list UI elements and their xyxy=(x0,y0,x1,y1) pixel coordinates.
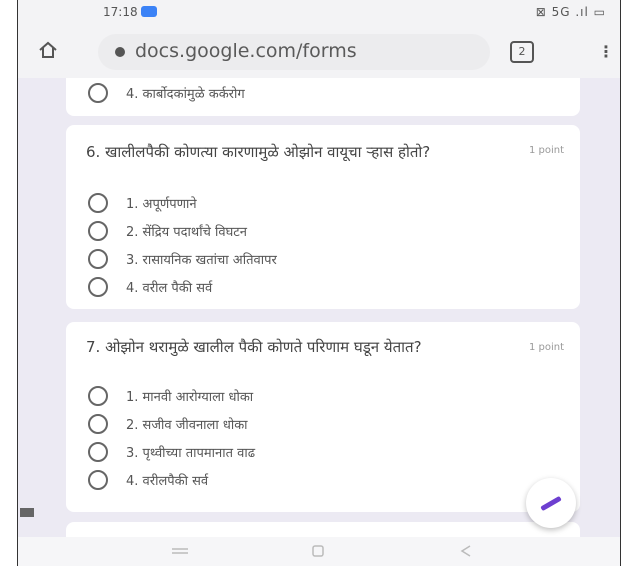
radio-button[interactable] xyxy=(88,386,108,406)
phone-screen: 17:18 ⊠ 5G .ıl ▭ docs.google.com/forms 2… xyxy=(17,0,621,566)
notification-icon xyxy=(141,6,157,17)
radio-button[interactable] xyxy=(88,193,108,213)
option-row[interactable]: 1. मानवी आरोग्याला धोका xyxy=(88,385,253,407)
option-row[interactable]: 4. कार्बोदकांमुळे कर्करोग xyxy=(88,82,245,104)
option-label: 4. वरीलपैकी सर्व xyxy=(126,474,209,489)
question-title: 6. खालीलपैकी कोणत्या कारणामुळे ओझोन वायू… xyxy=(86,143,431,161)
question-card-6: 6. खालीलपैकी कोणत्या कारणामुळे ओझोन वायू… xyxy=(66,125,580,309)
overflow-menu-icon[interactable]: ⋮ xyxy=(598,42,614,61)
home-icon[interactable] xyxy=(38,40,58,60)
option-label: 4. कार्बोदकांमुळे कर्करोग xyxy=(126,87,245,102)
radio-button[interactable] xyxy=(88,470,108,490)
option-row[interactable]: 4. वरील पैकी सर्व xyxy=(88,276,212,298)
question-card-7: 7. ओझोन थरामुळे खालील पैकी कोणते परिणाम … xyxy=(66,322,580,512)
recents-icon[interactable] xyxy=(170,545,190,557)
option-label: 3. पृथ्वीच्या तापमानात वाढ xyxy=(126,446,256,461)
radio-button[interactable] xyxy=(88,83,108,103)
points-label: 1 point xyxy=(528,145,564,156)
option-row[interactable]: 4. वरीलपैकी सर्व xyxy=(88,469,208,491)
edit-fab-button[interactable] xyxy=(526,478,576,528)
pencil-icon xyxy=(540,495,562,512)
option-label: 2. सजीव जीवनाला धोका xyxy=(126,418,248,433)
radio-button[interactable] xyxy=(88,442,108,462)
radio-button[interactable] xyxy=(88,277,108,297)
radio-button[interactable] xyxy=(88,249,108,269)
option-row[interactable]: 2. सेंद्रिय पदार्थांचे विघटन xyxy=(88,220,247,242)
back-icon[interactable] xyxy=(458,545,474,557)
question-title: 7. ओझोन थरामुळे खालील पैकी कोणते परिणाम … xyxy=(86,338,422,356)
home-nav-icon[interactable] xyxy=(310,545,326,557)
option-row[interactable]: 3. पृथ्वीच्या तापमानात वाढ xyxy=(88,441,255,463)
status-bar: 17:18 ⊠ 5G .ıl ▭ xyxy=(18,0,620,26)
url-text[interactable]: docs.google.com/forms xyxy=(135,40,357,62)
radio-button[interactable] xyxy=(88,414,108,434)
option-row[interactable]: 2. सजीव जीवनाला धोका xyxy=(88,413,248,435)
status-time: 17:18 xyxy=(103,5,138,19)
browser-toolbar: docs.google.com/forms 2 ⋮ xyxy=(18,26,620,78)
option-label: 1. अपूर्णपणाने xyxy=(126,197,197,212)
option-label: 2. सेंद्रिय पदार्थांचे विघटन xyxy=(126,225,248,240)
option-row[interactable]: 3. रासायनिक खतांचा अतिवापर xyxy=(88,248,277,270)
radio-button[interactable] xyxy=(88,221,108,241)
lock-icon xyxy=(115,47,125,57)
option-row[interactable]: 1. अपूर्णपणाने xyxy=(88,192,197,214)
system-nav-bar xyxy=(18,537,620,566)
tab-switcher-button[interactable]: 2 xyxy=(510,41,534,63)
question-card-previous: 4. कार्बोदकांमुळे कर्करोग xyxy=(66,78,580,116)
points-label: 1 point xyxy=(528,342,564,353)
option-label: 4. वरील पैकी सर्व xyxy=(126,281,213,296)
status-indicators: ⊠ 5G .ıl ▭ xyxy=(535,5,606,19)
side-indicator xyxy=(20,508,34,517)
option-label: 3. रासायनिक खतांचा अतिवापर xyxy=(126,253,277,268)
option-label: 1. मानवी आरोग्याला धोका xyxy=(126,390,254,405)
